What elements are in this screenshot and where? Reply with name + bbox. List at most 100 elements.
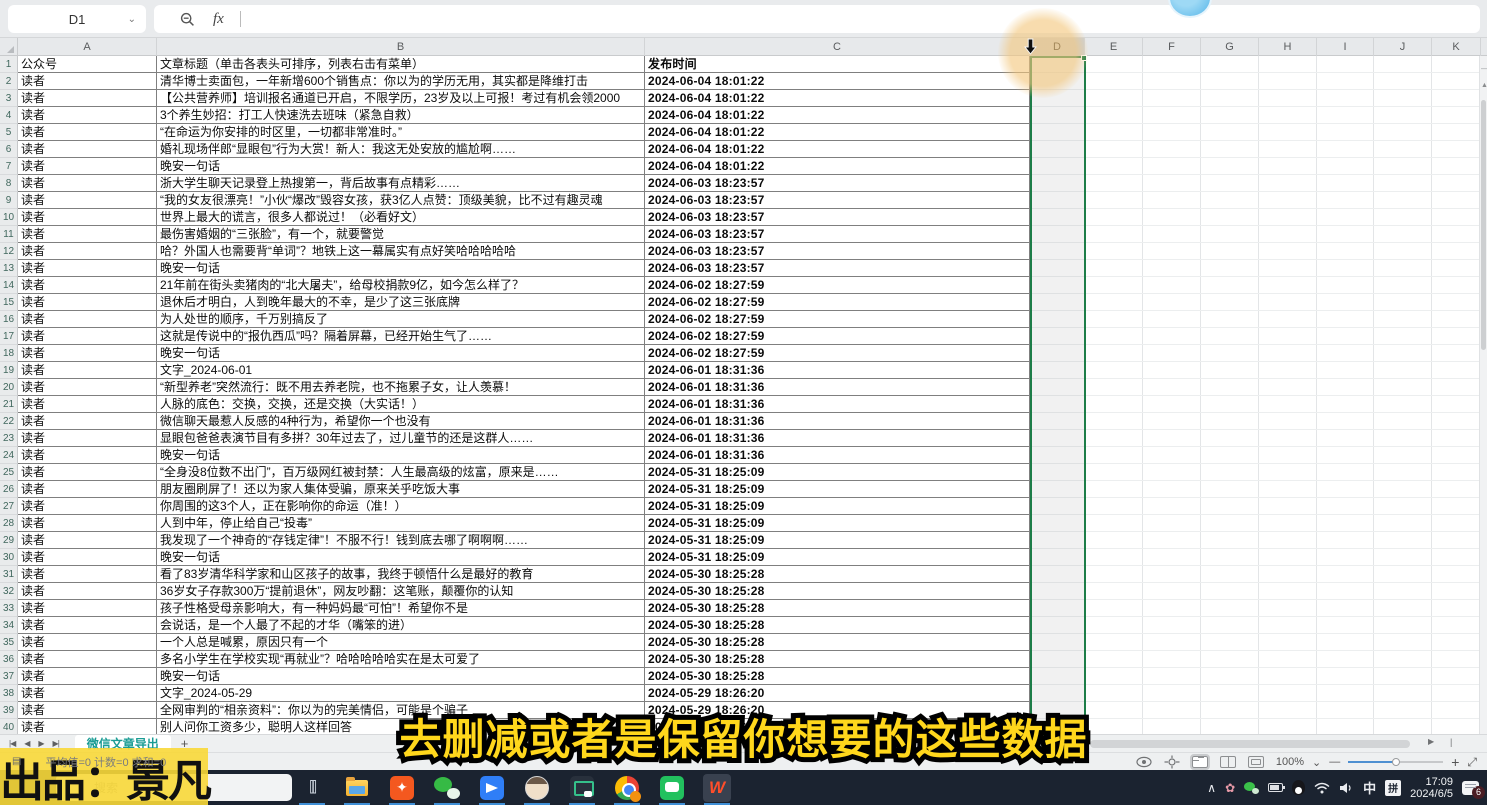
row-header-27[interactable]: 27 [0, 498, 18, 515]
zoom-slider-thumb[interactable] [1392, 758, 1400, 766]
cell-time[interactable]: 2024-06-03 18:23:57 [645, 175, 1030, 192]
cell-time[interactable]: 2024-06-03 18:23:57 [645, 209, 1030, 226]
cell-time[interactable]: 2024-06-02 18:27:59 [645, 345, 1030, 362]
ime-mode-icon[interactable]: 拼 [1385, 780, 1401, 796]
row-header-39[interactable]: 39 [0, 702, 18, 719]
taskbar-app-avatar-chat[interactable] [523, 774, 551, 802]
cell-title[interactable]: 全网审判的“相亲资料”：你以为的完美情侣，可能是个骗子 [157, 702, 645, 719]
normal-view-button[interactable] [1192, 756, 1208, 768]
row-header-23[interactable]: 23 [0, 430, 18, 447]
fullscreen-icon[interactable]: ⤢ [1467, 755, 1477, 770]
zoom-slider[interactable] [1348, 761, 1443, 763]
scroll-up-icon[interactable]: ▲ [1481, 82, 1487, 89]
cell-time[interactable]: 2024-05-30 18:25:28 [645, 600, 1030, 617]
cell-time[interactable]: 2024-05-30 18:25:28 [645, 634, 1030, 651]
sheet-grid[interactable]: 1公众号文章标题（单击各表头可排序，列表右击有菜单）发布时间2读者清华博士卖面包… [0, 56, 1480, 734]
cell-time[interactable]: 2024-06-04 18:01:22 [645, 158, 1030, 175]
cell-time[interactable]: 2024-06-04 18:01:22 [645, 141, 1030, 158]
empty-cells[interactable] [1030, 430, 1480, 447]
cell-title[interactable]: 一个人总是喊累，原因只有一个 [157, 634, 645, 651]
cell-publisher[interactable]: 读者 [18, 328, 157, 345]
cell-publisher[interactable]: 读者 [18, 719, 157, 734]
row-header-18[interactable]: 18 [0, 345, 18, 362]
taskbar-app-orange-tool[interactable]: ✦ [388, 774, 416, 802]
chevron-down-icon[interactable]: ⌄ [128, 14, 136, 25]
row-header-21[interactable]: 21 [0, 396, 18, 413]
cell-publisher[interactable]: 读者 [18, 532, 157, 549]
cell-title[interactable]: “全身没8位数不出门”，百万级网红被封禁：人生最高级的炫富，原来是…… [157, 464, 645, 481]
row-header-24[interactable]: 24 [0, 447, 18, 464]
empty-cells[interactable] [1030, 90, 1480, 107]
cell-title[interactable]: 这就是传说中的“报仇西瓜”吗？隔着屏幕，已经开始生气了…… [157, 328, 645, 345]
cell-publisher[interactable]: 读者 [18, 464, 157, 481]
cell-title[interactable]: 微信聊天最惹人反感的4种行为，希望你一个也没有 [157, 413, 645, 430]
cell-time[interactable]: 2024-05-30 18:25:28 [645, 651, 1030, 668]
cell-publisher[interactable]: 读者 [18, 566, 157, 583]
cell-publisher[interactable]: 读者 [18, 226, 157, 243]
vertical-scrollbar[interactable]: — ▲ [1479, 56, 1487, 734]
cell-publisher[interactable]: 读者 [18, 345, 157, 362]
cell-time[interactable]: 发布时间 [645, 56, 1030, 73]
quick-calc-icon[interactable]: ▤ [12, 756, 21, 767]
column-header-K[interactable]: K [1432, 38, 1481, 56]
empty-cells[interactable] [1030, 158, 1480, 175]
row-header-26[interactable]: 26 [0, 481, 18, 498]
cell-title[interactable]: 浙大学生聊天记录登上热搜第一，背后故事有点精彩…… [157, 175, 645, 192]
row-header-6[interactable]: 6 [0, 141, 18, 158]
empty-cells[interactable] [1030, 532, 1480, 549]
cell-publisher[interactable]: 读者 [18, 141, 157, 158]
cell-title[interactable]: 你周围的这3个人，正在影响你的命运（准！） [157, 498, 645, 515]
tray-qq-icon[interactable] [1292, 780, 1305, 795]
column-header-B[interactable]: B [157, 38, 645, 56]
empty-cells[interactable] [1030, 719, 1480, 734]
cell-time[interactable]: 2024-05-29 18:26:20 [645, 702, 1030, 719]
cell-title[interactable]: 晚安一句话 [157, 668, 645, 685]
cell-time[interactable]: 2024-05-31 18:25:09 [645, 498, 1030, 515]
empty-cells[interactable] [1030, 141, 1480, 158]
cell-title[interactable]: 朋友圈刷屏了！还以为家人集体受骗，原来关乎吃饭大事 [157, 481, 645, 498]
row-header-16[interactable]: 16 [0, 311, 18, 328]
row-header-17[interactable]: 17 [0, 328, 18, 345]
taskbar-app-wechat[interactable] [433, 774, 461, 802]
cell-publisher[interactable]: 读者 [18, 447, 157, 464]
cell-publisher[interactable]: 读者 [18, 90, 157, 107]
taskbar-clock[interactable]: 17:09 2024/6/5 [1410, 776, 1453, 800]
cell-publisher[interactable]: 读者 [18, 702, 157, 719]
empty-cells[interactable] [1030, 668, 1480, 685]
scroll-split-icon[interactable]: — [1481, 64, 1487, 73]
empty-cells[interactable] [1030, 702, 1480, 719]
search-icon[interactable] [180, 12, 195, 27]
row-header-3[interactable]: 3 [0, 90, 18, 107]
row-header-4[interactable]: 4 [0, 107, 18, 124]
empty-cells[interactable] [1030, 413, 1480, 430]
cell-publisher[interactable]: 读者 [18, 243, 157, 260]
empty-cells[interactable] [1030, 345, 1480, 362]
taskbar-app-wps-office[interactable]: W [703, 774, 731, 802]
cell-title[interactable]: “我的女友很漂亮！”小伙“爆改”毁容女孩，获3亿人点赞：顶级美貌，比不过有趣灵魂 [157, 192, 645, 209]
empty-cells[interactable] [1030, 107, 1480, 124]
column-header-H[interactable]: H [1259, 38, 1317, 56]
tray-chevron-up-icon[interactable]: ∧ [1207, 781, 1216, 795]
cell-title[interactable]: 晚安一句话 [157, 158, 645, 175]
row-header-36[interactable]: 36 [0, 651, 18, 668]
taskbar-app-green-docs[interactable] [658, 774, 686, 802]
cell-time[interactable]: 2024-06-04 18:01:22 [645, 124, 1030, 141]
empty-cells[interactable] [1030, 617, 1480, 634]
column-header-J[interactable]: J [1374, 38, 1432, 56]
empty-cells[interactable] [1030, 73, 1480, 90]
cell-publisher[interactable]: 读者 [18, 277, 157, 294]
cell-publisher[interactable]: 读者 [18, 481, 157, 498]
cell-time[interactable]: 2024-06-03 18:23:57 [645, 243, 1030, 260]
cell-title[interactable]: 3个养生妙招：打工人快速洗去班味（紧急自救） [157, 107, 645, 124]
cell-publisher[interactable]: 读者 [18, 430, 157, 447]
cell-publisher[interactable]: 读者 [18, 413, 157, 430]
cell-title[interactable]: 文章标题（单击各表头可排序，列表右击有菜单） [157, 56, 645, 73]
cell-title[interactable]: 晚安一句话 [157, 260, 645, 277]
row-header-38[interactable]: 38 [0, 685, 18, 702]
tray-wechat-icon[interactable] [1244, 782, 1259, 794]
row-header-11[interactable]: 11 [0, 226, 18, 243]
taskbar-app-task-view[interactable]: ⫿⫿ [298, 774, 326, 802]
cell-publisher[interactable]: 读者 [18, 549, 157, 566]
empty-cells[interactable] [1030, 583, 1480, 600]
cell-title[interactable]: 婚礼现场伴郎“显眼包”行为大赏！新人：我这无处安放的尴尬啊…… [157, 141, 645, 158]
